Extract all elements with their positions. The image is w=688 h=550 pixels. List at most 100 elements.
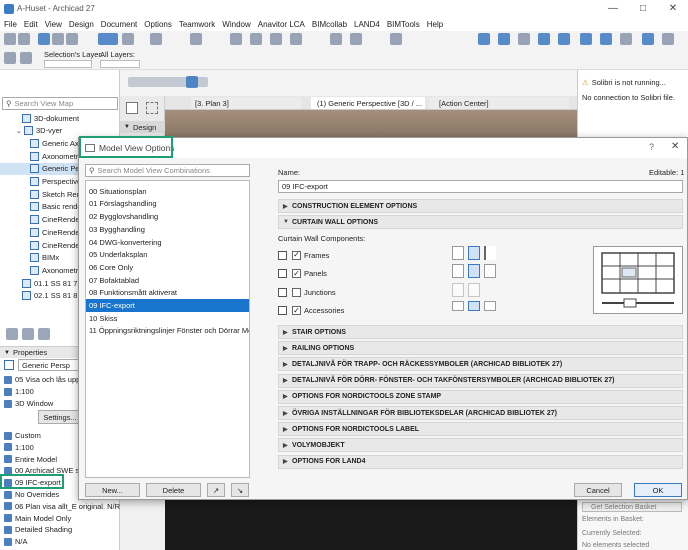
combination-item[interactable]: 07 Bofaktablad	[86, 274, 249, 287]
issue-icon[interactable]	[498, 33, 510, 45]
panels-option-1-icon[interactable]	[452, 264, 464, 278]
options-section[interactable]: ▶ STAIR OPTIONS	[278, 325, 683, 339]
cw-component-checkbox[interactable]: ✓	[292, 250, 301, 260]
options-section[interactable]: ▶ RAILING OPTIONS	[278, 341, 683, 356]
layer-icon[interactable]	[66, 33, 78, 45]
bimcollab-icon[interactable]	[478, 33, 490, 45]
settings-icon[interactable]	[620, 33, 632, 45]
tab-generic-perspective[interactable]: (1) Generic Perspective [3D / ...	[311, 97, 425, 109]
combination-item[interactable]: 10 Skiss	[86, 312, 249, 325]
layer-dropdown[interactable]	[44, 60, 92, 68]
cancel-button[interactable]: Cancel	[574, 483, 622, 497]
rotate-icon[interactable]	[230, 33, 242, 45]
expand-icon[interactable]: ⌄	[16, 127, 24, 135]
junctions-option-2-icon[interactable]	[468, 283, 480, 297]
tab-action-center[interactable]: [Action Center]	[429, 97, 569, 109]
view-setting-row[interactable]: Main Model Only	[0, 513, 120, 524]
accessories-option-3-icon[interactable]	[484, 301, 496, 311]
find-select-icon[interactable]	[38, 33, 50, 45]
combination-item[interactable]: 03 Bygghandling	[86, 223, 249, 236]
options-section[interactable]: ▶ OPTIONS FOR LAND4	[278, 454, 683, 469]
cw-component-checkbox[interactable]	[292, 287, 301, 297]
menu-options[interactable]: Options	[144, 20, 172, 29]
combination-item[interactable]: 02 Bygglovshandling	[86, 210, 249, 223]
redo-icon[interactable]	[18, 33, 30, 45]
menu-file[interactable]: File	[4, 20, 17, 29]
combination-item[interactable]: 11 Öppningsriktningslinjer Fönster och D…	[86, 325, 249, 338]
view-setting-row[interactable]: 06 Plan visa allt_E original. N/R...	[0, 501, 120, 512]
distribute-icon[interactable]	[350, 33, 362, 45]
settings-button[interactable]: Settings...	[38, 410, 82, 424]
export-icon[interactable]: ↘	[231, 483, 249, 497]
selection-tool-icon[interactable]	[98, 33, 118, 45]
delete-view-icon[interactable]	[38, 328, 50, 340]
panels-option-2-icon[interactable]	[468, 264, 480, 278]
solibri-icon[interactable]	[642, 33, 654, 45]
combination-item[interactable]: 04 DWG-konvertering	[86, 236, 249, 249]
view-map-search-input[interactable]: ⚲ Search View Map	[2, 97, 118, 110]
arrow-tool-icon[interactable]	[126, 102, 138, 114]
menu-view[interactable]: View	[45, 20, 62, 29]
grid-icon[interactable]	[190, 33, 202, 45]
import-icon[interactable]: ↗	[207, 483, 225, 497]
new-folder-icon[interactable]	[6, 328, 18, 340]
menu-design[interactable]: Design	[69, 20, 94, 29]
offset-icon[interactable]	[270, 33, 282, 45]
help-icon[interactable]	[662, 33, 674, 45]
options-section[interactable]: ▶ OPTIONS FOR NORDICTOOLS ZONE STAMP	[278, 389, 683, 404]
all-layers-dropdown[interactable]	[100, 60, 140, 68]
ok-button[interactable]: OK	[634, 483, 682, 497]
combination-item[interactable]: 08 Funktionsmått aktiverat	[86, 287, 249, 300]
name-field[interactable]: 09 IFC-export	[278, 180, 683, 193]
view-map-item[interactable]: 3D-dokument	[0, 112, 120, 124]
view-map-item[interactable]: ⌄ 3D-vyer	[0, 125, 120, 137]
panels-option-3-icon[interactable]	[484, 264, 496, 278]
magic-wand-icon[interactable]	[52, 33, 64, 45]
marquee-tool-icon[interactable]	[146, 102, 158, 114]
split-icon[interactable]	[290, 33, 302, 45]
delete-button[interactable]: Delete	[146, 483, 201, 497]
combination-item[interactable]: 06 Core Only	[86, 261, 249, 274]
marquee-icon[interactable]	[20, 52, 32, 64]
help-icon[interactable]: ?	[649, 142, 654, 152]
junctions-option-1-icon[interactable]	[452, 283, 464, 297]
cw-component-checkbox[interactable]: ✓	[292, 269, 301, 278]
menu-land4[interactable]: LAND4	[354, 20, 380, 29]
close-icon[interactable]: ✕	[658, 0, 688, 17]
group-icon[interactable]	[390, 33, 402, 45]
tab-plan-3[interactable]: [3. Plan 3]	[191, 97, 301, 109]
location-icon[interactable]	[518, 33, 530, 45]
minimize-icon[interactable]: —	[598, 0, 628, 17]
section-curtain-wall-options[interactable]: ▼ CURTAIN WALL OPTIONS	[278, 215, 683, 229]
menu-edit[interactable]: Edit	[24, 20, 38, 29]
dialog-close-icon[interactable]: ✕	[671, 141, 679, 152]
undo-icon[interactable]	[4, 33, 16, 45]
mirror-icon[interactable]	[250, 33, 262, 45]
bimtools-icon[interactable]	[600, 33, 612, 45]
combinations-search-input[interactable]: ⚲ Search Model View Combinations	[85, 164, 250, 177]
new-button[interactable]: New...	[85, 483, 140, 497]
snap-icon[interactable]	[122, 33, 134, 45]
menu-help[interactable]: Help	[427, 20, 443, 29]
arrow-icon[interactable]	[4, 52, 16, 64]
options-section[interactable]: ▶ OPTIONS FOR NORDICTOOLS LABEL	[278, 422, 683, 437]
view-setting-row[interactable]: N/A	[0, 536, 120, 547]
options-section[interactable]: ▶ VOLYMOBJEKT	[278, 438, 683, 453]
view-setting-row[interactable]: Detailed Shading	[0, 524, 120, 535]
land4-icon[interactable]	[580, 33, 592, 45]
menu-window[interactable]: Window	[222, 20, 250, 29]
menu-document[interactable]: Document	[101, 20, 137, 29]
options-section[interactable]: ▶ DETALJNIVÅ FÖR DÖRR- FÖNSTER- OCH TAKFÖ…	[278, 373, 683, 388]
combination-item[interactable]: 09 IFC-export	[86, 299, 249, 312]
align-icon[interactable]	[330, 33, 342, 45]
menu-bimtools[interactable]: BIMTools	[387, 20, 420, 29]
options-section[interactable]: ▶ DETALJNIVÅ FÖR TRAPP- OCH RÄCKESSYMBOLE…	[278, 357, 683, 372]
viewpoint-icon[interactable]	[538, 33, 550, 45]
combination-item[interactable]: 01 Förslagshandling	[86, 198, 249, 211]
tab-nav[interactable]	[165, 97, 189, 109]
sync-icon[interactable]	[558, 33, 570, 45]
frames-option-3-icon[interactable]	[484, 246, 496, 260]
guide-icon[interactable]	[150, 33, 162, 45]
menu-anavitor-lca[interactable]: Anavitor LCA	[258, 20, 305, 29]
clone-icon[interactable]	[22, 328, 34, 340]
